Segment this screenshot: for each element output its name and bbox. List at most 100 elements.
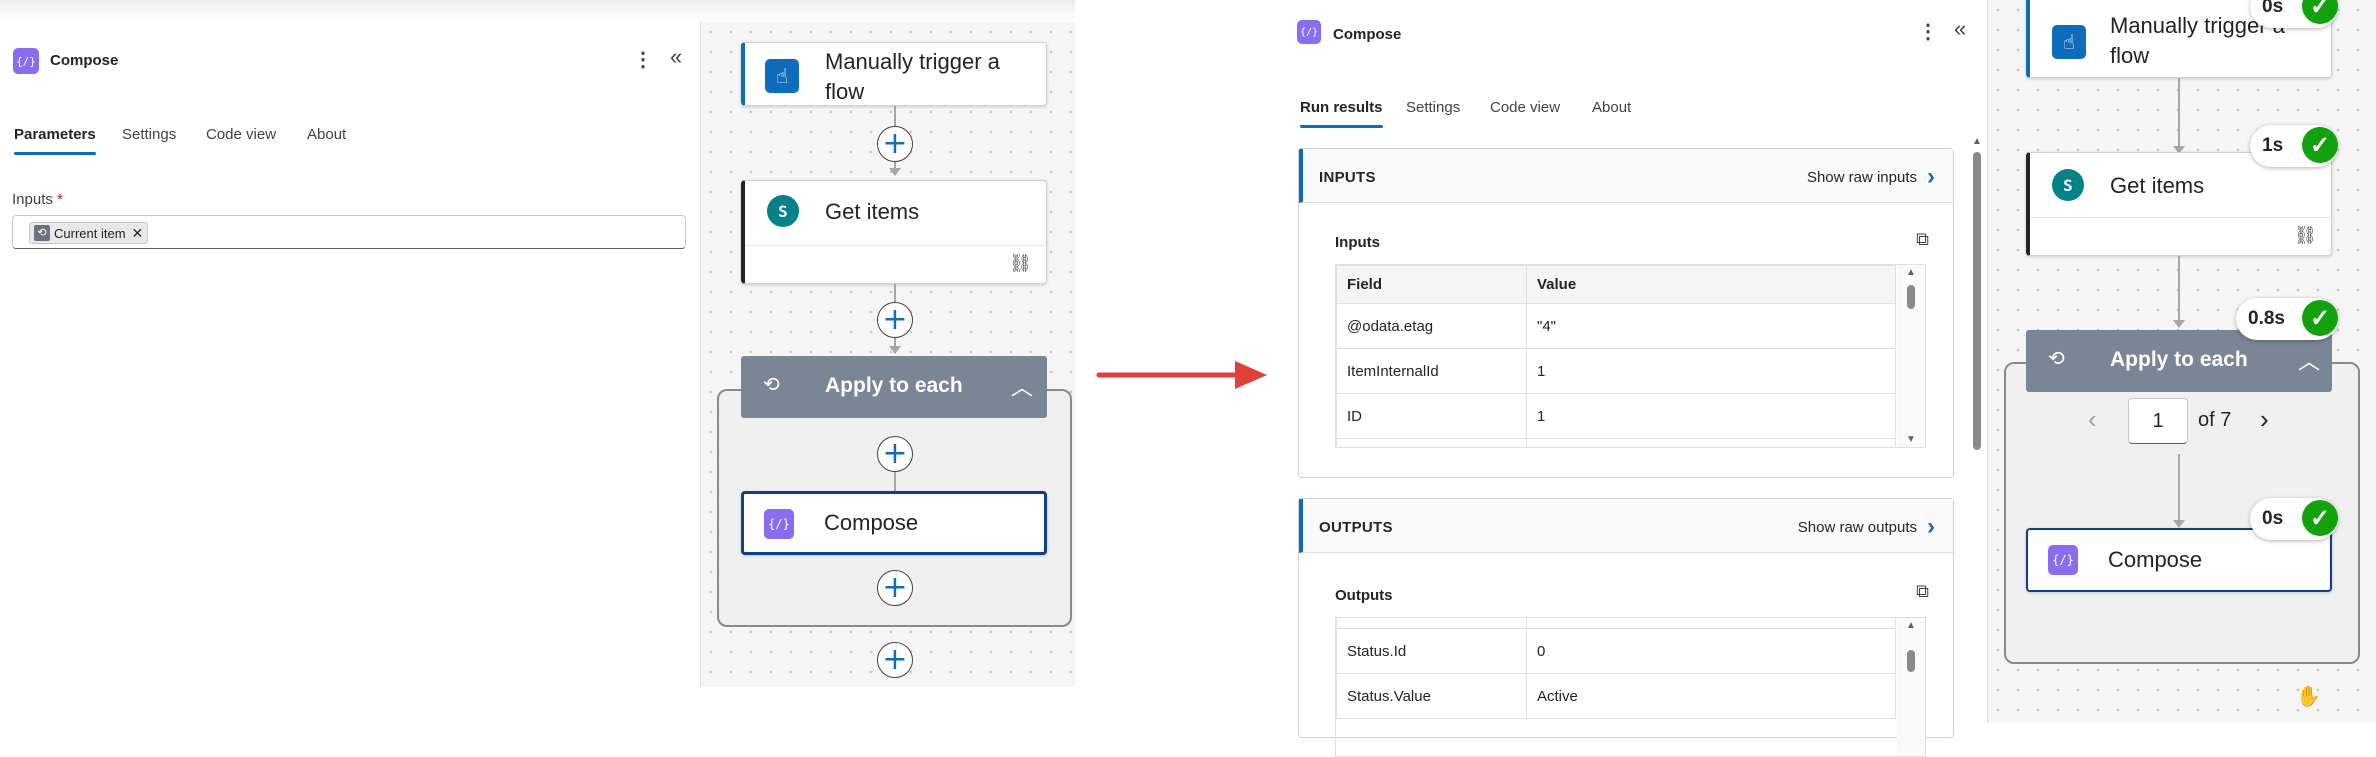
- table-row: [1336, 618, 1896, 629]
- compose-icon: {/}: [2048, 545, 2078, 575]
- run-flow-canvas[interactable]: ☝ Manually trigger a flow 0s ✓ S Get ite…: [1987, 0, 2376, 723]
- tab-settings[interactable]: Settings: [122, 126, 176, 143]
- trigger-title-line1: Manually trigger a: [825, 49, 1000, 74]
- copy-icon[interactable]: ⧉: [1916, 581, 1929, 602]
- tab-about[interactable]: About: [307, 126, 346, 143]
- collapse-panel-button[interactable]: «: [1954, 16, 1966, 42]
- tab-code-view[interactable]: Code view: [206, 126, 276, 143]
- table-row: Status.Id 0: [1336, 628, 1896, 674]
- value-cell: 0: [1526, 628, 1896, 674]
- column-header-field: Field: [1336, 265, 1527, 304]
- run-results-panel: {/} Compose ⋮ « Run results Settings Cod…: [1282, 0, 1987, 757]
- add-action-button[interactable]: +: [877, 436, 913, 472]
- sharepoint-icon: S: [767, 195, 799, 227]
- collapse-panel-button[interactable]: «: [670, 44, 682, 70]
- iteration-input[interactable]: 1: [2128, 398, 2188, 444]
- duration-text: 0s: [2262, 0, 2284, 17]
- left-flow-canvas[interactable]: ☝ Manually trigger a flow + S Get items …: [700, 22, 1075, 687]
- compose-icon: {/}: [13, 48, 39, 74]
- duration-text: 1s: [2262, 135, 2284, 156]
- chevron-right-icon: ›: [1927, 163, 1935, 190]
- field-cell: Status.Id: [1336, 628, 1527, 674]
- current-item-token[interactable]: ⟲ Current item ✕: [29, 222, 149, 244]
- inputs-label: Inputs *: [12, 191, 63, 208]
- value-cell: Active: [1526, 673, 1896, 719]
- field-cell: ItemInternalId: [1336, 348, 1527, 394]
- plus-icon: +: [882, 642, 908, 677]
- next-iteration-button[interactable]: ›: [2260, 404, 2269, 435]
- table-row: ID 1: [1336, 393, 1896, 439]
- compose-card[interactable]: {/} Compose: [741, 491, 1047, 555]
- plus-icon: +: [882, 436, 908, 471]
- scroll-down-icon[interactable]: ▼: [1906, 434, 1916, 445]
- outputs-table-scroll[interactable]: Status.Id 0 Status.Value Active ▲: [1335, 617, 1926, 757]
- panel-scrollbar-thumb[interactable]: [1973, 152, 1981, 450]
- success-check-icon: ✓: [2302, 500, 2338, 536]
- card-divider: [2030, 217, 2331, 218]
- panel-title: Compose: [1333, 26, 1402, 43]
- compose-icon: {/}: [1297, 20, 1321, 44]
- scroll-up-icon[interactable]: ▲: [1906, 620, 1916, 631]
- add-action-button[interactable]: +: [877, 642, 913, 678]
- get-items-card[interactable]: S Get items ⛓: [2026, 152, 2332, 256]
- table-row: ItemInternalId 1: [1336, 348, 1896, 394]
- show-raw-outputs-link[interactable]: Show raw outputs ›: [1798, 513, 1935, 541]
- iteration-current: 1: [2152, 409, 2164, 432]
- table-scrollbar[interactable]: ▲: [1897, 618, 1925, 756]
- copy-icon[interactable]: ⧉: [1916, 229, 1929, 250]
- inputs-field[interactable]: ⟲ Current item ✕: [12, 215, 686, 249]
- link-icon[interactable]: ⛓: [2294, 225, 2317, 246]
- scrollbar-thumb[interactable]: [1907, 285, 1915, 309]
- table-row: @odata.etag "4": [1336, 303, 1896, 349]
- tab-run-results[interactable]: Run results: [1300, 99, 1383, 128]
- add-action-button[interactable]: +: [877, 302, 913, 338]
- duration-text: 0.8s: [2248, 308, 2285, 329]
- tab-about[interactable]: About: [1592, 99, 1631, 116]
- scroll-up-icon[interactable]: ▲: [1906, 267, 1916, 278]
- more-options-button[interactable]: ⋮: [1918, 19, 1938, 44]
- tab-settings[interactable]: Settings: [1406, 99, 1460, 116]
- inputs-label-text: Inputs: [12, 191, 53, 208]
- trigger-card[interactable]: ☝ Manually trigger a flow: [741, 42, 1047, 106]
- tab-parameters[interactable]: Parameters: [14, 126, 96, 155]
- outputs-section-header[interactable]: OUTPUTS Show raw outputs ›: [1299, 499, 1953, 553]
- field-cell: Status.Value: [1336, 673, 1527, 719]
- panel-title: Compose: [50, 52, 119, 69]
- plus-icon: +: [882, 126, 908, 161]
- apply-to-each-header[interactable]: ⟲ Apply to each ︿: [741, 356, 1047, 418]
- required-asterisk: *: [57, 191, 63, 208]
- show-raw-inputs-link[interactable]: Show raw inputs ›: [1807, 163, 1935, 191]
- show-raw-inputs-text: Show raw inputs: [1806, 168, 1917, 186]
- collapse-chevron-icon[interactable]: ︿: [2298, 344, 2320, 376]
- inputs-section-header[interactable]: INPUTS Show raw inputs ›: [1299, 149, 1953, 203]
- scrollbar-thumb[interactable]: [1907, 650, 1915, 672]
- add-action-button[interactable]: +: [877, 570, 913, 606]
- inputs-table: Field Value @odata.etag "4" ItemInternal…: [1336, 265, 1896, 447]
- link-icon[interactable]: ⛓: [1009, 253, 1032, 274]
- field-cell: @odata.etag: [1336, 303, 1527, 349]
- outputs-header-label: OUTPUTS: [1319, 519, 1393, 536]
- tab-code-view[interactable]: Code view: [1490, 99, 1560, 116]
- column-header-value: Value: [1526, 265, 1896, 304]
- transition-arrow-icon: [1096, 361, 1267, 389]
- remove-token-icon[interactable]: ✕: [132, 225, 144, 242]
- collapse-chevron-icon[interactable]: ︿: [1011, 370, 1033, 402]
- more-options-button[interactable]: ⋮: [633, 47, 653, 72]
- trigger-title-line2: flow: [825, 79, 865, 104]
- table-header-row: Field Value: [1336, 265, 1896, 304]
- inputs-table-scroll[interactable]: Field Value @odata.etag "4" ItemInternal…: [1335, 264, 1926, 448]
- outputs-label: Outputs: [1335, 587, 1393, 604]
- top-shadow-strip: [0, 0, 1075, 22]
- get-items-card[interactable]: S Get items ⛓: [741, 180, 1047, 284]
- outputs-table: Status.Id 0 Status.Value Active: [1336, 618, 1896, 719]
- value-cell: 1: [1526, 348, 1896, 394]
- left-parameters-panel: {/} Compose ⋮ « Parameters Settings Code…: [0, 0, 1075, 723]
- prev-iteration-button[interactable]: ‹: [2088, 404, 2097, 435]
- connector-arrow: [889, 168, 901, 176]
- panel-scroll-up-icon[interactable]: ▲: [1972, 136, 1982, 147]
- add-action-button[interactable]: +: [877, 126, 913, 162]
- apply-to-each-title: Apply to each: [825, 374, 963, 397]
- success-check-icon: ✓: [2302, 127, 2338, 163]
- table-scrollbar[interactable]: ▲ ▼: [1897, 265, 1925, 447]
- outputs-section: OUTPUTS Show raw outputs › Outputs ⧉ Sta…: [1298, 498, 1954, 757]
